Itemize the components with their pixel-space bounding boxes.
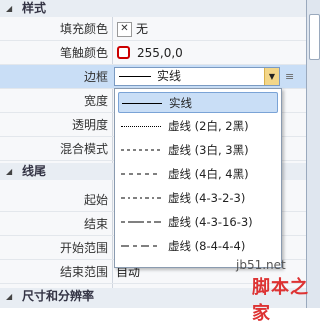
start-label: 起始	[83, 193, 108, 207]
fill-color-value[interactable]: 无	[136, 17, 148, 41]
option-label: 虚线 (4-3-16-3)	[168, 215, 253, 229]
dropdown-option[interactable]: 实线	[118, 92, 278, 113]
dropdown-option[interactable]: 虚线 (2白, 2黑)	[118, 116, 278, 137]
scrollbar-thumb[interactable]	[309, 14, 320, 60]
dotted-line-icon	[121, 126, 161, 127]
solid-line-icon	[122, 103, 162, 104]
end-label: 结束	[83, 217, 108, 231]
fill-color-label: 填充颜色	[59, 22, 108, 36]
option-label: 虚线 (4-3-2-3)	[168, 191, 246, 205]
section-style-header[interactable]: ◢ 样式	[0, 0, 306, 17]
row-border: 边框 实线 ▼ ≡	[0, 65, 306, 89]
blend-mode-label: 混合模式	[59, 142, 108, 156]
row-fill-color: 填充颜色 ✕ 无	[0, 17, 306, 41]
collapse-triangle-icon[interactable]: ◢	[6, 0, 12, 17]
dashdot-line-icon	[121, 197, 161, 199]
end-range-label: 结束范围	[59, 265, 108, 279]
dash3-line-icon	[121, 149, 161, 151]
dropdown-option[interactable]: 虚线 (8-4-4-4)	[118, 236, 278, 257]
option-label: 虚线 (4白, 4黑)	[168, 167, 249, 181]
dropdown-option[interactable]: 虚线 (4-3-16-3)	[118, 212, 278, 233]
start-range-label: 开始范围	[59, 241, 108, 255]
option-label: 虚线 (3白, 3黑)	[168, 143, 249, 157]
collapse-triangle-icon[interactable]: ◢	[6, 163, 12, 180]
option-label: 实线	[169, 96, 192, 110]
long-dash-line-icon	[121, 245, 161, 247]
long-dashdot-line-icon	[121, 221, 161, 223]
stroke-color-swatch[interactable]	[117, 46, 130, 59]
watermark-name: 脚本之家	[252, 277, 309, 324]
stroke-color-label: 笔触颜色	[59, 46, 108, 60]
section-line-end-title: 线尾	[22, 164, 47, 178]
width-label: 宽度	[83, 94, 108, 108]
dropdown-arrow-icon[interactable]: ▼	[264, 68, 279, 85]
section-size-title: 尺寸和分辨率	[22, 289, 95, 303]
watermark-site: jb51.net	[236, 258, 286, 272]
menu-lines-icon[interactable]: ≡	[285, 65, 294, 89]
option-label: 虚线 (8-4-4-4)	[168, 239, 246, 253]
collapse-triangle-icon[interactable]: ◢	[6, 288, 12, 305]
row-stroke-color: 笔触颜色 255,0,0	[0, 41, 306, 65]
dash4-line-icon	[121, 173, 161, 175]
opacity-label: 透明度	[71, 118, 108, 132]
border-label: 边框	[83, 70, 108, 84]
border-style-dropdown: 实线 虚线 (2白, 2黑) 虚线 (3白, 3黑) 虚线 (4白, 4黑) 虚…	[114, 88, 282, 268]
vertical-scrollbar[interactable]	[306, 0, 320, 308]
dropdown-option[interactable]: 虚线 (4白, 4黑)	[118, 164, 278, 185]
border-style-value: 实线	[157, 69, 182, 83]
solid-line-preview	[119, 76, 151, 77]
option-label: 虚线 (2白, 2黑)	[168, 119, 249, 133]
section-style-title: 样式	[22, 1, 47, 15]
border-style-combo[interactable]: 实线 ▼	[114, 67, 280, 86]
dropdown-option[interactable]: 虚线 (3白, 3黑)	[118, 140, 278, 161]
no-fill-x-icon[interactable]: ✕	[117, 22, 132, 37]
stroke-color-value[interactable]: 255,0,0	[137, 41, 183, 65]
dropdown-option[interactable]: 虚线 (4-3-2-3)	[118, 188, 278, 209]
